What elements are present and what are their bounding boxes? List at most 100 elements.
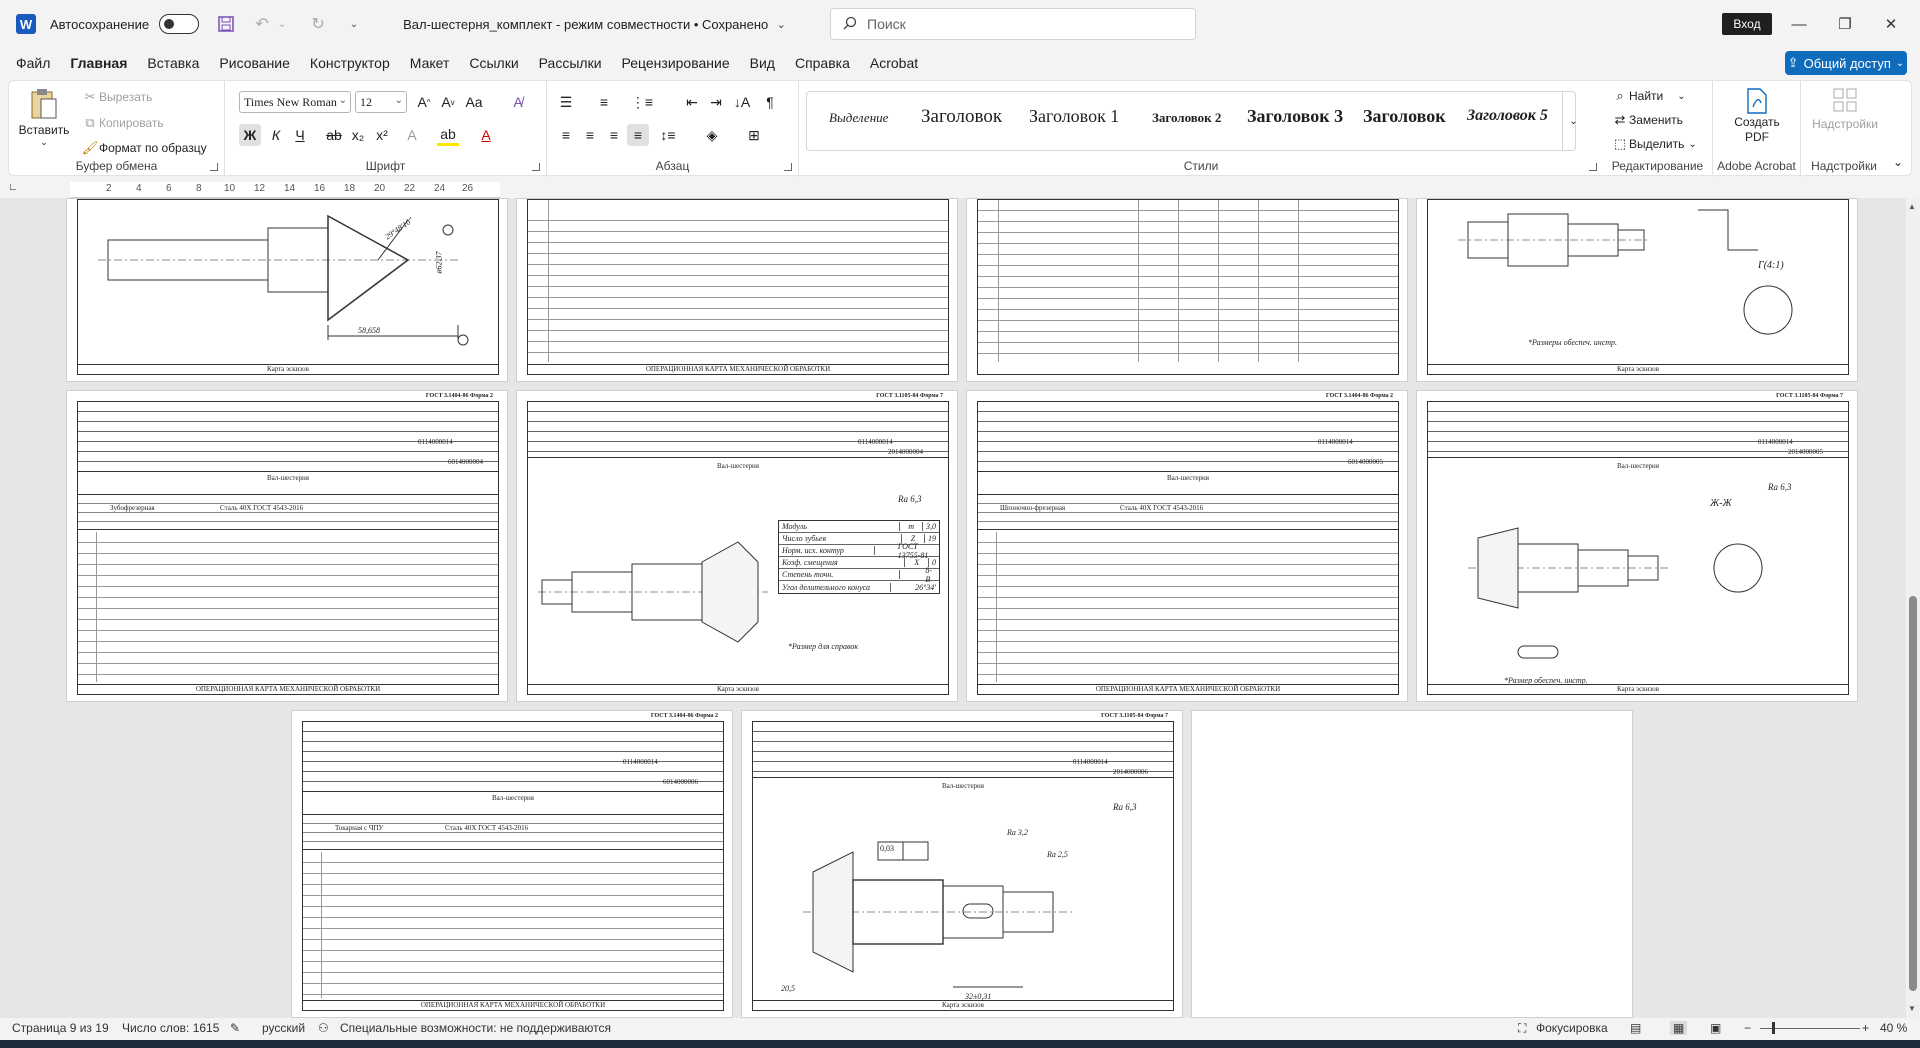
tab-selector-icon[interactable]: ∟: [8, 182, 18, 193]
page-thumbnail[interactable]: ГОСТ 3.1105-84 Форма 7 0114000014 201400…: [1416, 390, 1858, 702]
numbering-icon[interactable]: ≡: [593, 91, 615, 113]
document-title[interactable]: Вал-шестерня_комплект - режим совместнос…: [403, 17, 768, 32]
tab-help[interactable]: Справка: [795, 55, 850, 71]
close-icon[interactable]: ✕: [1868, 10, 1914, 38]
align-center-icon[interactable]: ≡: [579, 124, 601, 146]
dialog-launcher-icon[interactable]: [1589, 163, 1597, 171]
print-layout-icon[interactable]: ▦: [1670, 1021, 1688, 1035]
replace-button[interactable]: ⇄ Заменить: [1611, 111, 1683, 129]
save-icon[interactable]: [217, 15, 235, 33]
shading-icon[interactable]: ◈: [701, 124, 723, 146]
signin-button[interactable]: Вход: [1722, 13, 1772, 35]
scroll-down-icon[interactable]: ▼: [1908, 1004, 1916, 1013]
chevron-down-icon[interactable]: ⌄: [772, 15, 790, 33]
proofing-icon[interactable]: ✎: [230, 1021, 240, 1035]
format-painter-button[interactable]: 🖌 Формат по образцу: [81, 139, 207, 157]
grow-font-icon[interactable]: A ^: [413, 91, 435, 113]
style-emphasis[interactable]: Выделение: [829, 110, 888, 126]
align-left-icon[interactable]: ≡: [555, 124, 577, 146]
copy-button[interactable]: ⧉ Копировать: [81, 114, 163, 132]
page-thumbnail[interactable]: ОПЕРАЦИОННАЯ КАРТА МЕХАНИЧЕСКОЙ ОБРАБОТК…: [516, 198, 958, 382]
superscript-icon[interactable]: x²: [371, 124, 393, 146]
page-thumbnail[interactable]: ГОСТ 3.1105-84 Форма 7 0114000014 201400…: [516, 390, 958, 702]
bold-icon[interactable]: Ж: [239, 124, 261, 146]
zoom-slider[interactable]: [1760, 1028, 1860, 1029]
style-heading-3[interactable]: Заголовок 3: [1247, 106, 1349, 127]
show-marks-icon[interactable]: ¶: [759, 91, 781, 113]
borders-icon[interactable]: ⊞: [743, 124, 765, 146]
highlight-icon[interactable]: ab: [437, 124, 459, 146]
select-button[interactable]: ⬚ Выделить ⌄: [1611, 135, 1697, 153]
subscript-icon[interactable]: x₂: [347, 124, 369, 146]
page-count[interactable]: Страница 9 из 19: [12, 1021, 109, 1035]
vertical-scrollbar[interactable]: ▲ ▼: [1906, 198, 1920, 1018]
page-thumbnail[interactable]: [966, 198, 1408, 382]
tab-mailings[interactable]: Рассылки: [539, 55, 602, 71]
font-color-icon[interactable]: A: [475, 124, 497, 146]
line-spacing-icon[interactable]: ↕≡: [657, 124, 679, 146]
accessibility-status[interactable]: Специальные возможности: не поддерживают…: [340, 1021, 611, 1035]
read-mode-icon[interactable]: ▤: [1630, 1021, 1641, 1035]
style-heading-2[interactable]: Заголовок 2: [1152, 110, 1221, 126]
page-thumbnail-blank[interactable]: [1191, 710, 1633, 1018]
cut-button[interactable]: ✂ Вырезать: [81, 88, 153, 106]
create-pdf-button[interactable]: Создать PDF: [1725, 87, 1789, 145]
page-thumbnail[interactable]: ГОСТ 3.1105-84 Форма 7 0114000014 201400…: [741, 710, 1183, 1018]
style-title[interactable]: Заголовок: [1363, 106, 1446, 127]
tab-draw[interactable]: Рисование: [219, 55, 290, 71]
zoom-slider-thumb[interactable]: [1772, 1022, 1775, 1034]
more-icon[interactable]: ⌄: [345, 15, 363, 33]
tab-references[interactable]: Ссылки: [469, 55, 518, 71]
sort-icon[interactable]: ↓A: [731, 91, 753, 113]
zoom-out-icon[interactable]: −: [1744, 1021, 1751, 1035]
word-count[interactable]: Число слов: 1615: [122, 1021, 219, 1035]
tab-home[interactable]: Главная: [70, 55, 127, 71]
dialog-launcher-icon[interactable]: [784, 163, 792, 171]
change-case-icon[interactable]: Aa: [463, 91, 485, 113]
page-thumbnail[interactable]: 29°48'10" ø62,37 58,658 Карта эскизов: [66, 198, 508, 382]
autosave-toggle[interactable]: [159, 14, 200, 34]
page-thumbnail[interactable]: Г(4:1) *Размеры обеспеч. инстр. Карта эс…: [1416, 198, 1858, 382]
restore-icon[interactable]: ❐: [1822, 10, 1868, 38]
tab-acrobat[interactable]: Acrobat: [870, 55, 918, 71]
zoom-in-icon[interactable]: +: [1862, 1021, 1869, 1035]
zoom-level[interactable]: 40 %: [1880, 1021, 1907, 1035]
scrollbar-thumb[interactable]: [1909, 596, 1917, 991]
paste-button[interactable]: Вставить ⌄: [19, 87, 69, 148]
collapse-ribbon-icon[interactable]: ⌄: [1893, 155, 1903, 169]
document-canvas[interactable]: 29°48'10" ø62,37 58,658 Карта эскизов ОП…: [0, 198, 1906, 1018]
font-name-select[interactable]: Times New Roman ⌄: [239, 91, 351, 113]
underline-icon[interactable]: Ч: [289, 124, 311, 146]
horizontal-ruler[interactable]: 2 4 6 8 10 12 14 16 18 20 22 24 26: [70, 182, 500, 198]
style-heading-5[interactable]: Заголовок 5: [1467, 107, 1548, 125]
scroll-up-icon[interactable]: ▲: [1908, 202, 1916, 211]
increase-indent-icon[interactable]: ⇥: [705, 91, 727, 113]
find-button[interactable]: ⌕ Найти ⌄: [1611, 87, 1685, 105]
redo-icon[interactable]: ↻: [309, 15, 327, 33]
page-thumbnail[interactable]: ГОСТ 3.1404-86 Форма 2 0114000014 601400…: [966, 390, 1408, 702]
style-heading-1[interactable]: Заголовок 1: [1029, 106, 1119, 127]
dialog-launcher-icon[interactable]: [532, 163, 540, 171]
tab-review[interactable]: Рецензирование: [622, 55, 730, 71]
page-thumbnail[interactable]: ГОСТ 3.1404-86 Форма 2 0114000014 601400…: [291, 710, 733, 1018]
text-effects-icon[interactable]: A: [401, 124, 423, 146]
bullets-icon[interactable]: ☰: [555, 91, 577, 113]
clear-formatting-icon[interactable]: A̸: [507, 91, 529, 113]
tab-file[interactable]: Файл: [16, 55, 50, 71]
undo-icon[interactable]: ↶: [253, 15, 271, 33]
multilevel-list-icon[interactable]: ⋮≡: [631, 91, 653, 113]
decrease-indent-icon[interactable]: ⇤: [681, 91, 703, 113]
align-right-icon[interactable]: ≡: [603, 124, 625, 146]
italic-icon[interactable]: К: [265, 124, 287, 146]
styles-more-icon[interactable]: ⌄: [1562, 91, 1584, 151]
addins-button[interactable]: Надстройки: [1805, 87, 1885, 131]
chevron-down-icon[interactable]: ⌄: [273, 15, 291, 33]
justify-icon[interactable]: ≡: [627, 124, 649, 146]
language[interactable]: русский: [262, 1021, 305, 1035]
shrink-font-icon[interactable]: Av: [437, 91, 459, 113]
focus-mode[interactable]: Фокусировка: [1536, 1021, 1608, 1035]
tab-view[interactable]: Вид: [750, 55, 775, 71]
strikethrough-icon[interactable]: ab: [323, 124, 345, 146]
style-heading[interactable]: Заголовок: [921, 106, 1019, 128]
tab-design[interactable]: Конструктор: [310, 55, 390, 71]
